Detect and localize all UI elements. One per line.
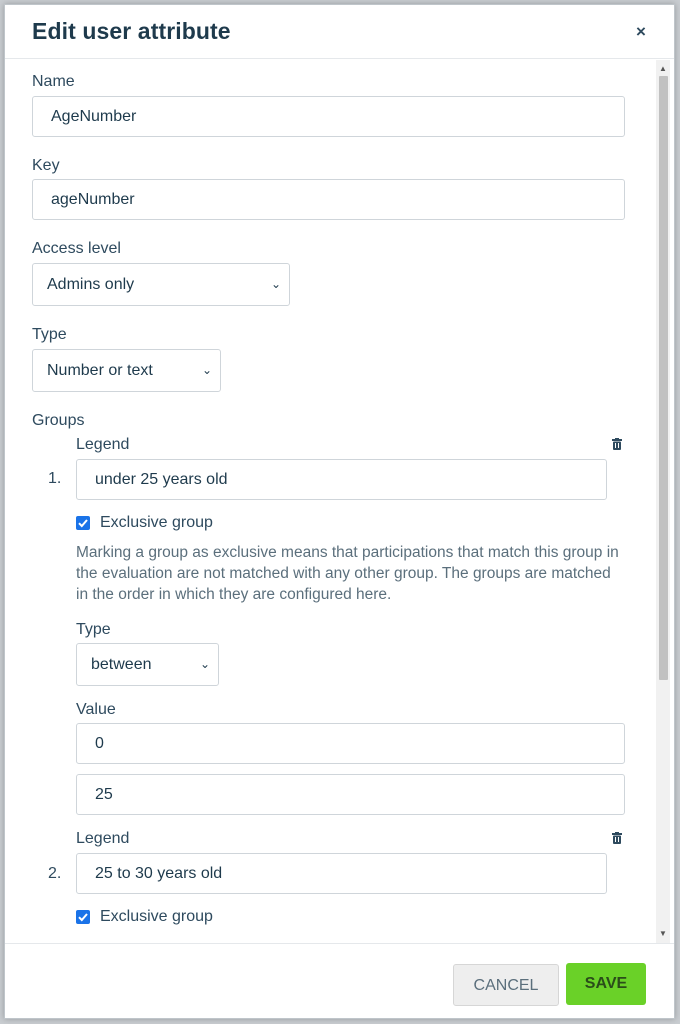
group-1-type-value: between <box>91 656 152 673</box>
dialog-header: Edit user attribute × <box>5 5 674 59</box>
group-2-legend-input[interactable]: 25 to 30 years old <box>76 853 607 894</box>
key-label: Key <box>32 157 60 174</box>
type-label: Type <box>32 326 67 343</box>
save-button[interactable]: SAVE <box>566 963 646 1005</box>
scrollbar-thumb[interactable] <box>659 76 668 680</box>
group-1-exclusive-helper-text: Marking a group as exclusive means that … <box>76 544 619 603</box>
access-level-value: Admins only <box>47 276 135 293</box>
group-1-exclusive-label: Exclusive group <box>100 514 213 531</box>
group-1-exclusive-checkbox[interactable] <box>76 516 90 530</box>
group-1-type-label: Type <box>76 621 111 638</box>
access-level-select[interactable]: Admins only ⌄ <box>32 263 290 306</box>
chevron-down-icon: ⌄ <box>199 657 210 671</box>
name-input[interactable]: AgeNumber <box>32 96 625 137</box>
key-input[interactable]: ageNumber <box>32 179 625 220</box>
trash-icon[interactable] <box>612 832 622 844</box>
cancel-button[interactable]: CANCEL <box>453 964 559 1006</box>
chevron-down-icon: ⌄ <box>201 363 212 377</box>
scroll-up-arrow-icon[interactable]: ▲ <box>656 62 670 76</box>
groups-label: Groups <box>32 412 85 429</box>
check-icon <box>78 913 88 922</box>
group-1-index: 1. <box>48 470 62 487</box>
scroll-down-arrow-icon[interactable]: ▼ <box>656 927 670 941</box>
group-1-value-from-input[interactable]: 0 <box>76 723 625 764</box>
group-2-legend-label: Legend <box>76 830 130 847</box>
group-1-value-to-input[interactable]: 25 <box>76 774 625 815</box>
type-value: Number or text <box>47 362 153 379</box>
access-level-label: Access level <box>32 240 121 257</box>
group-1-type-select[interactable]: between ⌄ <box>76 643 219 686</box>
close-icon[interactable]: × <box>632 21 650 43</box>
dialog-footer: CANCEL SAVE <box>5 943 674 1018</box>
dialog-title: Edit user attribute <box>32 18 231 44</box>
group-1-value-label: Value <box>76 701 116 718</box>
scrollbar[interactable]: ▲ ▼ <box>656 60 670 943</box>
group-2-exclusive-label: Exclusive group <box>100 908 213 925</box>
type-select[interactable]: Number or text ⌄ <box>32 349 221 392</box>
group-2-exclusive-checkbox[interactable] <box>76 910 90 924</box>
group-2-index: 2. <box>48 865 62 882</box>
group-1-legend-input[interactable]: under 25 years old <box>76 459 607 500</box>
name-label: Name <box>32 73 75 90</box>
chevron-down-icon: ⌄ <box>270 277 281 291</box>
dialog-body: Name AgeNumber Key ageNumber Access leve… <box>5 60 654 943</box>
check-icon <box>78 519 88 528</box>
trash-icon[interactable] <box>612 438 622 450</box>
group-1-legend-label: Legend <box>76 436 130 453</box>
edit-user-attribute-dialog: Edit user attribute × Name AgeNumber Key… <box>4 4 675 1019</box>
